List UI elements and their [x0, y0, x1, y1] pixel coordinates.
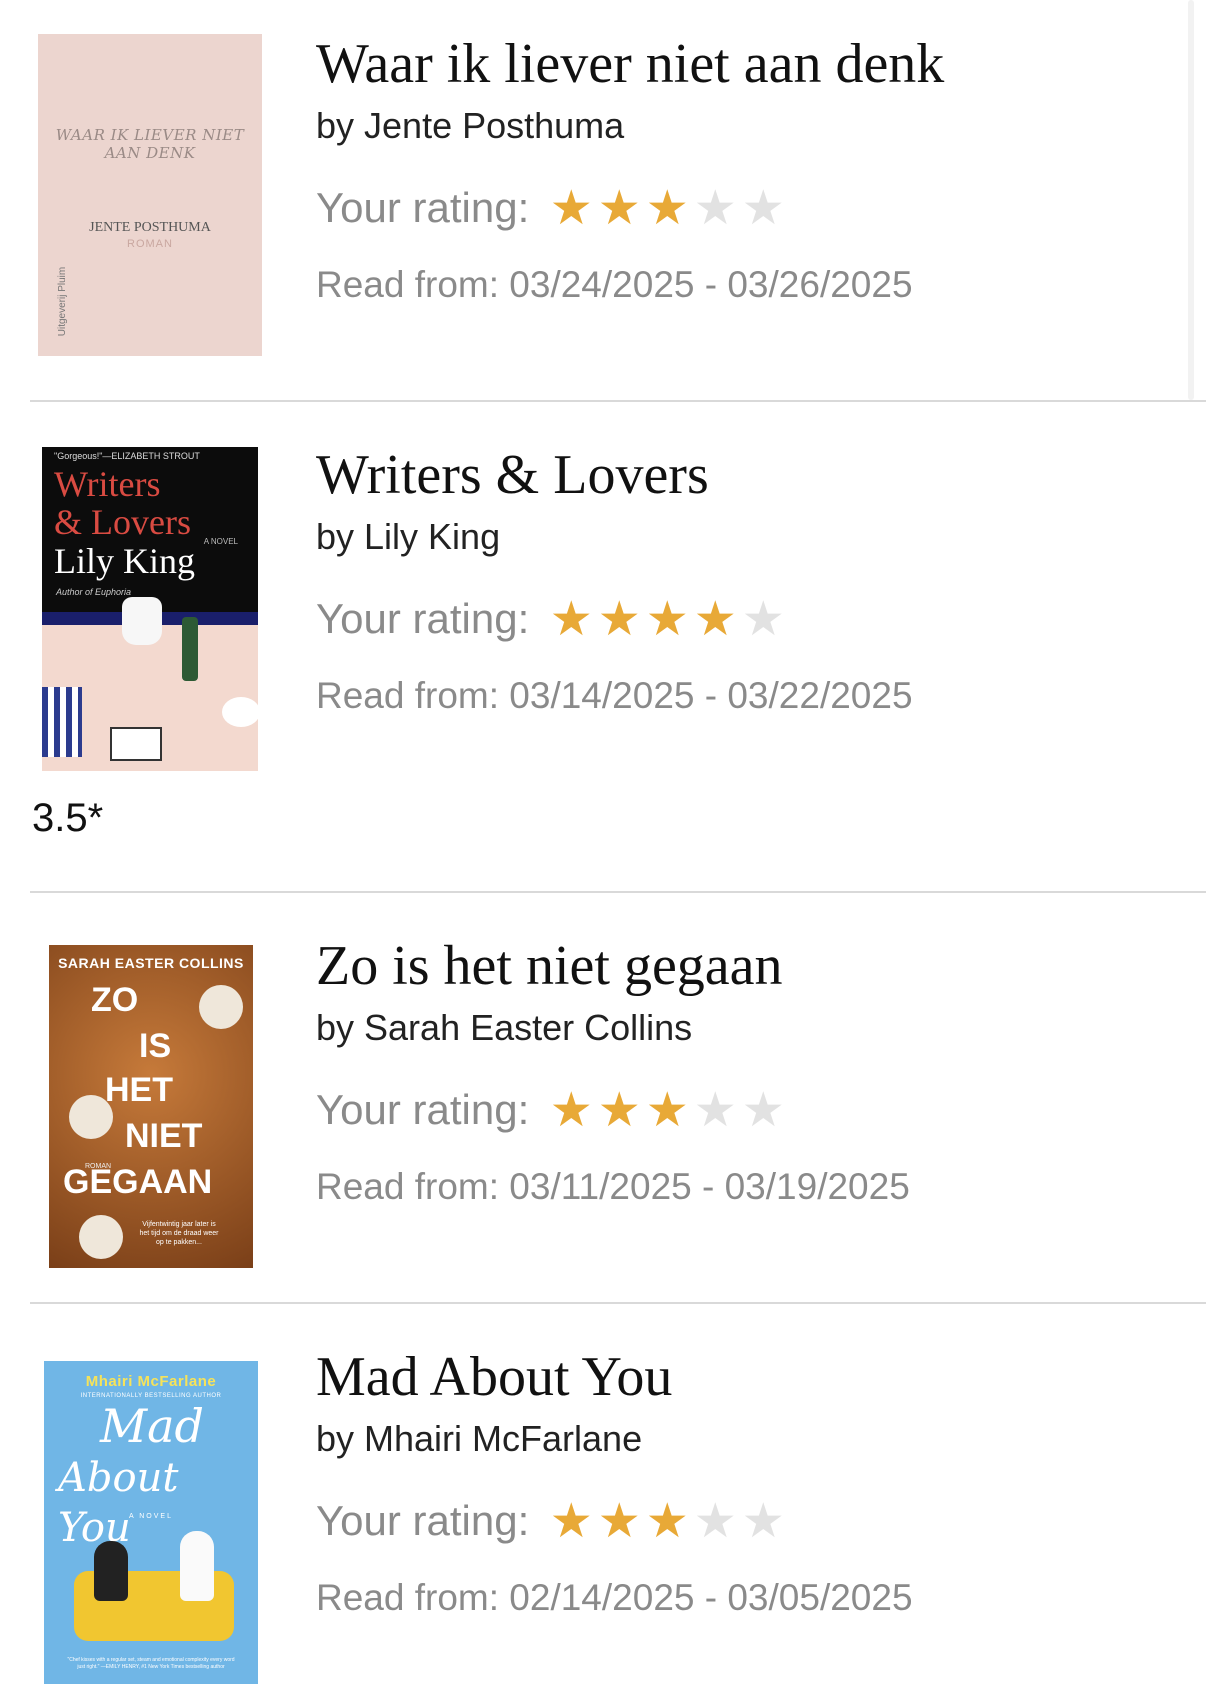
- book-author[interactable]: by Mhairi McFarlane: [316, 1417, 913, 1461]
- cover-title-word: ZO: [91, 981, 139, 1019]
- star-icon[interactable]: ★: [595, 1086, 643, 1134]
- book-cover[interactable]: WAAR IK LIEVER NIET AAN DENK JENTE POSTH…: [38, 34, 262, 356]
- star-icon[interactable]: ★: [643, 1086, 691, 1134]
- star-rating[interactable]: ★ ★ ★ ★ ★: [547, 595, 787, 643]
- book-info: Waar ik liever niet aan denk by Jente Po…: [316, 32, 944, 306]
- cover-footer-text: "Chef kisses with a regular set, steam a…: [67, 1657, 235, 1670]
- divider: [30, 400, 1206, 402]
- star-icon[interactable]: ★: [691, 1086, 739, 1134]
- person-illustration: [94, 1541, 128, 1601]
- tablecloth-illustration: [42, 687, 82, 757]
- book-author[interactable]: by Lily King: [316, 515, 913, 559]
- cover-novel-text: A NOVEL: [129, 1513, 173, 1520]
- book-author[interactable]: by Jente Posthuma: [316, 104, 944, 148]
- scrollbar[interactable]: [1188, 0, 1194, 400]
- read-dates: Read from: 03/11/2025 - 03/19/2025: [316, 1166, 910, 1207]
- cover-title-text: WAAR IK LIEVER NIET AAN DENK: [55, 126, 245, 162]
- star-icon[interactable]: ★: [595, 184, 643, 232]
- star-icon[interactable]: ★: [547, 1497, 595, 1545]
- star-icon[interactable]: ★: [547, 595, 595, 643]
- cover-author-text: Mhairi McFarlane: [85, 1373, 217, 1390]
- review-note: 3.5*: [32, 796, 104, 840]
- plate-illustration: [222, 697, 258, 727]
- star-icon[interactable]: ★: [595, 1497, 643, 1545]
- star-rating[interactable]: ★ ★ ★ ★ ★: [547, 184, 787, 232]
- rating-row: Your rating: ★ ★ ★ ★ ★: [316, 1493, 913, 1549]
- book-title[interactable]: Mad About You: [316, 1345, 913, 1409]
- cover-author-text: Lily King: [54, 541, 195, 581]
- cover-author-text: JENTE POSTHUMA: [89, 220, 211, 235]
- book-cover[interactable]: Mhairi McFarlane INTERNATIONALLY BESTSEL…: [44, 1361, 258, 1684]
- cover-novel-text: A NOVEL: [203, 537, 238, 546]
- divider: [30, 1302, 1206, 1304]
- star-icon[interactable]: ★: [739, 1497, 787, 1545]
- bottle-illustration: [182, 617, 198, 681]
- cover-title-word: GEGAAN: [63, 1163, 213, 1201]
- rating-row: Your rating: ★ ★ ★ ★ ★: [316, 591, 913, 647]
- cover-author-of-text: Author of Euphoria: [56, 587, 132, 597]
- book-info: Mad About You by Mhairi McFarlane Your r…: [316, 1345, 913, 1619]
- cover-title-word: HET: [105, 1071, 173, 1109]
- cover-title-line1: Writers: [54, 464, 161, 504]
- book-info: Writers & Lovers by Lily King Your ratin…: [316, 443, 913, 717]
- star-icon[interactable]: ★: [691, 184, 739, 232]
- cover-title-word: IS: [139, 1027, 172, 1065]
- star-icon[interactable]: ★: [643, 1497, 691, 1545]
- cover-publisher-text: Uitgeverij Pluim: [57, 266, 69, 337]
- star-icon[interactable]: ★: [643, 595, 691, 643]
- book-cover[interactable]: "Gorgeous!"—ELIZABETH STROUT Writers & L…: [42, 447, 258, 771]
- cover-author-text: SARAH EASTER COLLINS: [58, 955, 244, 971]
- star-icon[interactable]: ★: [739, 1086, 787, 1134]
- read-dates: Read from: 02/14/2025 - 03/05/2025: [316, 1577, 913, 1618]
- cover-title-line2: & Lovers: [54, 502, 191, 542]
- rating-row: Your rating: ★ ★ ★ ★ ★: [316, 180, 944, 236]
- plate-illustration: [79, 1215, 123, 1259]
- star-icon[interactable]: ★: [547, 1086, 595, 1134]
- star-rating[interactable]: ★ ★ ★ ★ ★: [547, 1086, 787, 1134]
- star-icon[interactable]: ★: [643, 184, 691, 232]
- rating-label: Your rating:: [316, 1497, 530, 1544]
- star-icon[interactable]: ★: [691, 1497, 739, 1545]
- book-author[interactable]: by Sarah Easter Collins: [316, 1006, 910, 1050]
- star-icon[interactable]: ★: [739, 184, 787, 232]
- rating-label: Your rating:: [316, 184, 530, 231]
- cover-title-word: NIET: [125, 1117, 203, 1155]
- divider: [30, 891, 1206, 893]
- book-title[interactable]: Writers & Lovers: [316, 443, 913, 507]
- book-title[interactable]: Waar ik liever niet aan denk: [316, 32, 944, 96]
- notebook-illustration: [110, 727, 162, 761]
- rating-label: Your rating:: [316, 1086, 530, 1133]
- rating-label: Your rating:: [316, 595, 530, 642]
- cover-title-line1: Mad: [100, 1399, 204, 1453]
- star-icon[interactable]: ★: [547, 184, 595, 232]
- read-dates: Read from: 03/14/2025 - 03/22/2025: [316, 675, 913, 716]
- plate-illustration: [199, 985, 243, 1029]
- book-cover[interactable]: SARAH EASTER COLLINS ZO IS HET NIET ROMA…: [49, 945, 253, 1268]
- star-rating[interactable]: ★ ★ ★ ★ ★: [547, 1497, 787, 1545]
- book-title[interactable]: Zo is het niet gegaan: [316, 934, 910, 998]
- read-dates: Read from: 03/24/2025 - 03/26/2025: [316, 264, 913, 305]
- person-illustration: [180, 1531, 214, 1601]
- star-icon[interactable]: ★: [739, 595, 787, 643]
- cover-quote-text: "Gorgeous!"—ELIZABETH STROUT: [54, 451, 200, 461]
- cover-blurb-text: Vijfentwintig jaar later is het tijd om …: [139, 1221, 219, 1246]
- star-icon[interactable]: ★: [595, 595, 643, 643]
- book-info: Zo is het niet gegaan by Sarah Easter Co…: [316, 934, 910, 1208]
- cover-title-line2: About You: [58, 1455, 179, 1551]
- cover-genre-text: ROMAN: [127, 238, 173, 250]
- vase-illustration: [122, 597, 162, 645]
- star-icon[interactable]: ★: [691, 595, 739, 643]
- rating-row: Your rating: ★ ★ ★ ★ ★: [316, 1082, 910, 1138]
